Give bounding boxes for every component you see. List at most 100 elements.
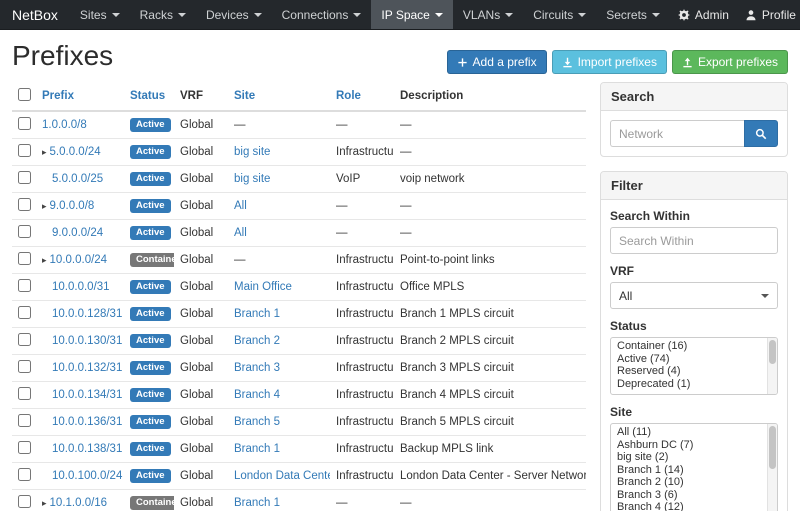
listbox-option[interactable]: Container (16): [611, 340, 765, 353]
export-prefixes-button[interactable]: Export prefixes: [672, 50, 788, 74]
prefix-link[interactable]: 9.0.0.0/24: [52, 227, 103, 239]
status-badge: Active: [130, 199, 171, 214]
nav-item-circuits[interactable]: Circuits: [523, 0, 596, 29]
site-link[interactable]: Branch 1: [234, 443, 280, 455]
search-button[interactable]: [744, 120, 778, 147]
site-link[interactable]: big site: [234, 146, 270, 158]
table-row: 10.0.0.134/31ActiveGlobalBranch 4Infrast…: [12, 382, 586, 409]
column-sort-prefix[interactable]: Prefix: [42, 90, 74, 102]
site-link[interactable]: Branch 4: [234, 389, 280, 401]
search-input[interactable]: [610, 120, 744, 147]
site-link[interactable]: Branch 1: [234, 308, 280, 320]
row-checkbox[interactable]: [18, 171, 31, 184]
prefix-link[interactable]: 10.1.0.0/16: [50, 497, 108, 509]
row-checkbox[interactable]: [18, 144, 31, 157]
listbox-option[interactable]: Branch 4 (12): [611, 501, 765, 511]
prefix-link[interactable]: 10.0.0.128/31: [52, 308, 122, 320]
nav-admin[interactable]: Admin: [670, 0, 737, 29]
site-link[interactable]: All: [234, 200, 247, 212]
site-link[interactable]: Branch 1: [234, 497, 280, 509]
nav-item-connections[interactable]: Connections: [272, 0, 372, 29]
row-checkbox[interactable]: [18, 198, 31, 211]
column-sort-role[interactable]: Role: [336, 90, 361, 102]
nav-item-devices[interactable]: Devices: [196, 0, 272, 29]
prefix-link[interactable]: 5.0.0.0/25: [52, 173, 103, 185]
site-link[interactable]: Branch 3: [234, 362, 280, 374]
prefix-link[interactable]: 10.0.0.0/24: [50, 254, 108, 266]
listbox-option[interactable]: big site (2): [611, 451, 765, 464]
table-row: 10.0.0.136/31ActiveGlobalBranch 5Infrast…: [12, 409, 586, 436]
prefix-link[interactable]: 10.0.0.136/31: [52, 416, 122, 428]
status-badge: Active: [130, 361, 171, 376]
site-cell: —: [228, 111, 330, 139]
listbox-option[interactable]: Active (74): [611, 353, 765, 366]
select-all-checkbox[interactable]: [18, 88, 31, 101]
listbox-option[interactable]: Branch 2 (10): [611, 476, 765, 489]
site-link[interactable]: Branch 5: [234, 416, 280, 428]
listbox-option[interactable]: Reserved (4): [611, 365, 765, 378]
filter-listbox-site[interactable]: All (11)Ashburn DC (7)big site (2)Branch…: [610, 423, 778, 511]
filter-listbox-status[interactable]: Container (16)Active (74)Reserved (4)Dep…: [610, 337, 778, 395]
nav-item-label: Secrets: [606, 8, 647, 22]
row-checkbox[interactable]: [18, 387, 31, 400]
scrollbar-thumb[interactable]: [769, 426, 776, 469]
column-sort-status[interactable]: Status: [130, 90, 165, 102]
scrollbar[interactable]: [767, 338, 777, 394]
listbox-option[interactable]: Branch 1 (14): [611, 464, 765, 477]
row-checkbox[interactable]: [18, 414, 31, 427]
prefix-link[interactable]: 10.0.0.134/31: [52, 389, 122, 401]
nav-item-sites[interactable]: Sites: [70, 0, 130, 29]
prefix-link[interactable]: 10.0.100.0/24: [52, 470, 122, 482]
listbox-option[interactable]: Branch 3 (6): [611, 489, 765, 502]
filter-select-vrf[interactable]: All: [610, 282, 778, 309]
row-checkbox[interactable]: [18, 441, 31, 454]
row-checkbox[interactable]: [18, 252, 31, 265]
nav-profile[interactable]: Profile: [737, 0, 800, 29]
table-row: 10.0.0.0/31ActiveGlobalMain OfficeInfras…: [12, 274, 586, 301]
scrollbar[interactable]: [767, 424, 777, 511]
listbox-option[interactable]: Deprecated (1): [611, 378, 765, 391]
role-cell: —: [330, 490, 394, 511]
nav-item-racks[interactable]: Racks: [130, 0, 196, 29]
row-checkbox[interactable]: [18, 306, 31, 319]
row-checkbox[interactable]: [18, 495, 31, 508]
site-link[interactable]: Main Office: [234, 281, 292, 293]
row-checkbox[interactable]: [18, 468, 31, 481]
role-cell: Infrastructure: [330, 139, 394, 166]
prefix-link[interactable]: 9.0.0.0/8: [50, 200, 95, 212]
filter-label-site: Site: [610, 405, 778, 419]
nav-menu: SitesRacksDevicesConnectionsIP SpaceVLAN…: [70, 0, 670, 29]
netbox-brand[interactable]: NetBox: [8, 0, 70, 29]
filter-input-search-within[interactable]: [610, 227, 778, 254]
site-link[interactable]: Branch 2: [234, 335, 280, 347]
nav-item-ip-space[interactable]: IP Space: [371, 0, 452, 29]
add-a-prefix-button[interactable]: Add a prefix: [447, 50, 547, 74]
row-checkbox[interactable]: [18, 360, 31, 373]
role-cell: Infrastructure: [330, 382, 394, 409]
prefix-link[interactable]: 10.0.0.138/31: [52, 443, 122, 455]
import-prefixes-button[interactable]: Import prefixes: [552, 50, 667, 74]
prefix-table: PrefixStatusVRFSiteRoleDescription 1.0.0…: [12, 82, 586, 511]
expand-arrow-icon: ▸: [42, 201, 47, 211]
prefix-link[interactable]: 10.0.0.0/31: [52, 281, 110, 293]
nav-item-vlans[interactable]: VLANs: [453, 0, 523, 29]
row-checkbox[interactable]: [18, 279, 31, 292]
filter-panel-title: Filter: [601, 172, 787, 200]
nav-item-secrets[interactable]: Secrets: [596, 0, 670, 29]
row-checkbox[interactable]: [18, 333, 31, 346]
site-link[interactable]: London Data Center: [234, 470, 330, 482]
description-cell: —: [394, 490, 586, 511]
prefix-link[interactable]: 1.0.0.0/8: [42, 119, 87, 131]
site-link[interactable]: All: [234, 227, 247, 239]
column-sort-site[interactable]: Site: [234, 90, 255, 102]
listbox-option[interactable]: All (11): [611, 426, 765, 439]
scrollbar-thumb[interactable]: [769, 340, 776, 364]
prefix-link[interactable]: 5.0.0.0/24: [50, 146, 101, 158]
listbox-option[interactable]: Ashburn DC (7): [611, 439, 765, 452]
row-checkbox[interactable]: [18, 117, 31, 130]
site-link[interactable]: big site: [234, 173, 270, 185]
expand-arrow-icon: ▸: [42, 498, 47, 508]
prefix-link[interactable]: 10.0.0.132/31: [52, 362, 122, 374]
prefix-link[interactable]: 10.0.0.130/31: [52, 335, 122, 347]
row-checkbox[interactable]: [18, 225, 31, 238]
